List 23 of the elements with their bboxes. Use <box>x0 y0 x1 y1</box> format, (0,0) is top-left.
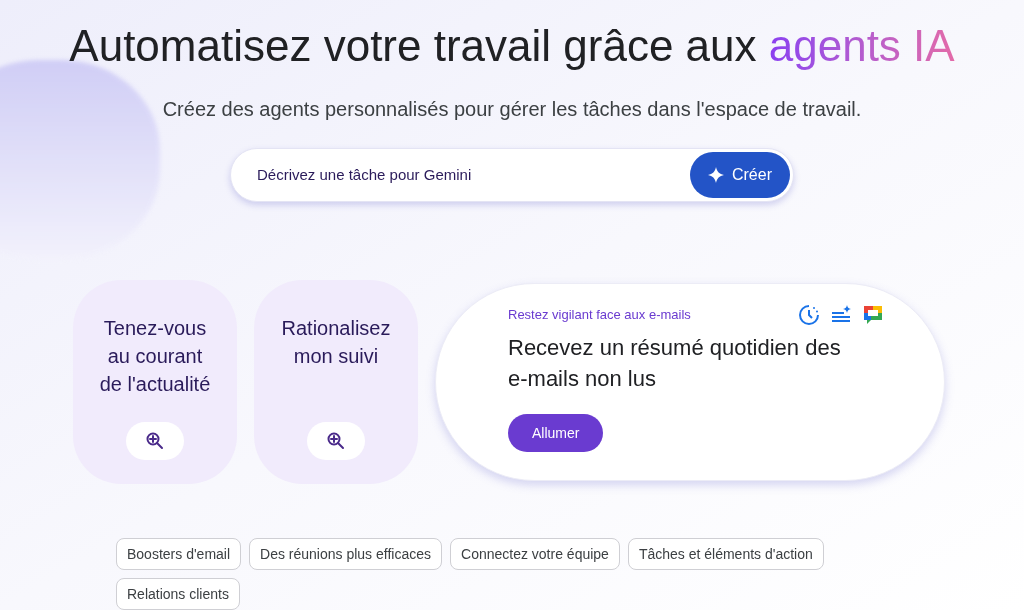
suggestion-card[interactable]: Rationalisez mon suivi <box>254 280 418 484</box>
turn-on-button[interactable]: Allumer <box>508 414 604 452</box>
card-title: Tenez-vous au courant de l'actualité <box>98 316 212 397</box>
sparkle-icon <box>708 167 724 183</box>
zoom-in-icon <box>326 431 346 451</box>
create-button[interactable]: Créer <box>690 152 790 198</box>
chat-icon <box>862 304 884 326</box>
clock-icon <box>798 304 820 326</box>
zoom-in-icon <box>145 431 165 451</box>
category-chip[interactable]: Connectez votre équipe <box>450 538 620 570</box>
category-chip[interactable]: Des réunions plus efficaces <box>249 538 442 570</box>
category-chip[interactable]: Relations clients <box>116 578 240 610</box>
card-eyebrow: Restez vigilant face aux e-mails <box>508 306 691 325</box>
prompt-field[interactable]: Décrivez une tâche pour Gemini Créer <box>230 148 794 202</box>
category-chip[interactable]: Boosters d'email <box>116 538 242 570</box>
expand-button[interactable] <box>307 422 365 460</box>
card-title: Recevez un résumé quotidien des e-mails non lus <box>508 334 842 393</box>
card-title: Rationalisez mon suivi <box>280 316 392 369</box>
category-chip[interactable]: Tâches et éléments d'action <box>627 538 824 570</box>
expand-button[interactable] <box>126 422 184 460</box>
headline: Automatisez votre travail grâce aux agents IA <box>69 20 955 72</box>
suggestion-card[interactable]: Tenez-vous au courant de l'actualité <box>73 280 237 484</box>
subtitle: Créez des agents personnalisés pour gérer les tâches dans l'espace de travail. <box>162 97 862 122</box>
